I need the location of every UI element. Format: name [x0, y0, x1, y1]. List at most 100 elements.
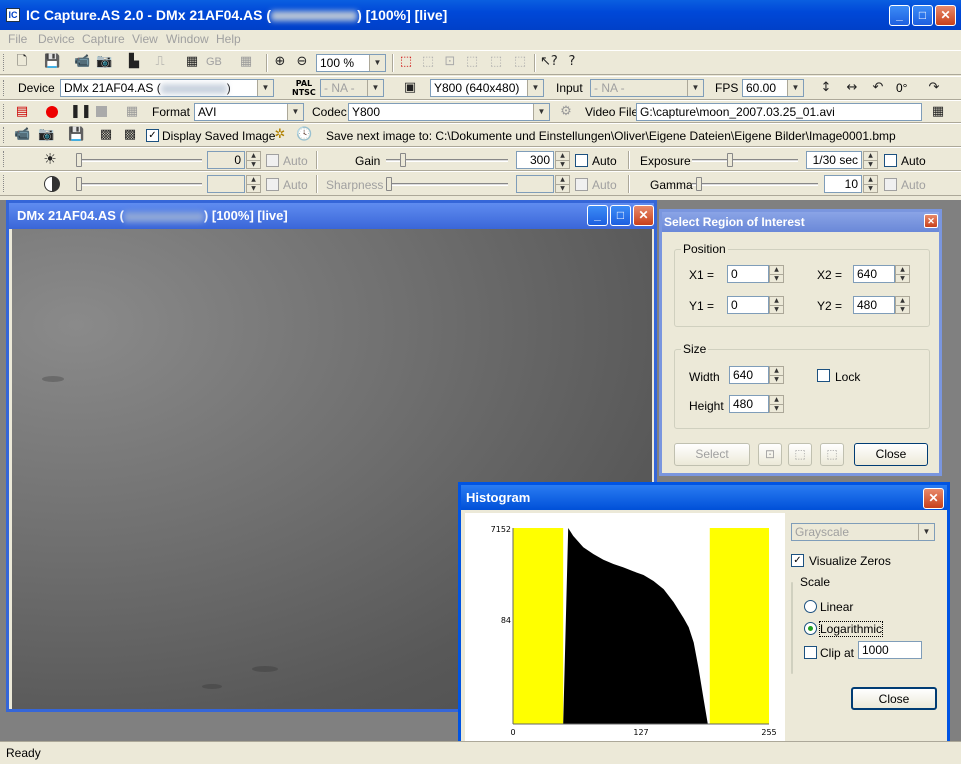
roi-close-icon[interactable]: ✕ [924, 214, 938, 228]
sharpness-spinner[interactable]: ▲ ▼ [555, 175, 570, 193]
device-select[interactable]: DMx 21AF04.AS () ▼ [60, 79, 274, 97]
roi-dialog[interactable]: Select Region of Interest ✕ Position X1 … [659, 209, 942, 476]
spin-down-icon[interactable]: ▼ [556, 160, 569, 168]
spin-up-icon[interactable]: ▲ [864, 152, 877, 160]
timer-icon[interactable]: 🕓 [296, 127, 312, 143]
spin-down-icon[interactable]: ▼ [247, 184, 260, 192]
exposure-slider[interactable] [692, 152, 798, 168]
spin-down-icon[interactable]: ▼ [896, 305, 909, 313]
video-format-select[interactable]: Y800 (640x480) ▼ [430, 79, 544, 97]
brightness-slider[interactable] [76, 152, 202, 168]
x1-input[interactable]: 0 [727, 265, 769, 283]
x2-input[interactable]: 640 [853, 265, 895, 283]
menu-file[interactable]: File [8, 32, 27, 46]
gamma-slider[interactable] [692, 176, 818, 192]
gain-value[interactable]: 300 [516, 151, 554, 169]
gain-auto-checkbox[interactable] [575, 154, 588, 167]
spin-up-icon[interactable]: ▲ [864, 176, 877, 184]
y2-input[interactable]: 480 [853, 296, 895, 314]
format-select[interactable]: AVI ▼ [194, 103, 304, 121]
menu-window[interactable]: Window [166, 32, 209, 46]
height-input[interactable]: 480 [729, 395, 769, 413]
y1-spinner[interactable]: ▲ ▼ [769, 296, 784, 314]
video-norm-select[interactable]: - NA - ▼ [320, 79, 384, 97]
grid-icon[interactable]: ▦ [238, 54, 254, 70]
live-window-title[interactable]: DMx 21AF04.AS () [100%] [live] _ □ ✕ [9, 203, 654, 229]
spin-up-icon[interactable]: ▲ [247, 176, 260, 184]
contrast-slider-thumb[interactable] [76, 177, 82, 191]
clip-checkbox[interactable] [804, 646, 817, 659]
spin-up-icon[interactable]: ▲ [896, 266, 909, 274]
live-maximize-button[interactable]: □ [610, 205, 631, 226]
roi-center-icon[interactable]: ⊡ [442, 54, 458, 70]
spin-down-icon[interactable]: ▼ [864, 160, 877, 168]
histogram-title[interactable]: Histogram ✕ [461, 485, 947, 510]
image-copy-icon[interactable]: ▩ [122, 127, 138, 143]
zoom-out-icon[interactable]: ⊖ [294, 54, 310, 70]
input-select[interactable]: - NA - ▼ [590, 79, 704, 97]
spin-down-icon[interactable]: ▼ [247, 160, 260, 168]
close-button[interactable]: ✕ [935, 5, 956, 26]
brightness-value[interactable]: 0 [207, 151, 245, 169]
brightness-auto-checkbox[interactable] [266, 154, 279, 167]
spin-up-icon[interactable]: ▲ [770, 297, 783, 305]
fps-select[interactable]: 60.00 ▼ [742, 79, 804, 97]
stop-icon[interactable] [96, 106, 107, 117]
capture-settings-icon[interactable]: ▤ [14, 104, 30, 120]
record-icon[interactable] [46, 106, 58, 118]
spin-up-icon[interactable]: ▲ [770, 367, 783, 375]
spin-down-icon[interactable]: ▼ [864, 184, 877, 192]
save-image-icon[interactable]: 💾 [68, 127, 84, 143]
contrast-spinner[interactable]: ▲ ▼ [246, 175, 261, 193]
minimize-button[interactable]: _ [889, 5, 910, 26]
pulse-icon[interactable]: ⎍ [152, 54, 168, 70]
spin-down-icon[interactable]: ▼ [770, 305, 783, 313]
pause-icon[interactable]: ❚❚ [70, 104, 92, 120]
codec-select[interactable]: Y800 ▼ [348, 103, 550, 121]
visualize-zeros-checkbox[interactable]: ✓ [791, 554, 804, 567]
gamma-spinner[interactable]: ▲ ▼ [863, 175, 878, 193]
clip-input[interactable]: 1000 [858, 641, 922, 659]
sharpness-slider-thumb[interactable] [386, 177, 392, 191]
browse-film-icon[interactable]: ▦ [930, 104, 946, 120]
display-saved-checkbox[interactable]: ✓ [146, 129, 159, 142]
histogram-close-icon[interactable]: ✕ [923, 488, 944, 509]
gain-slider-thumb[interactable] [400, 153, 406, 167]
width-spinner[interactable]: ▲ ▼ [769, 366, 784, 384]
x1-spinner[interactable]: ▲ ▼ [769, 265, 784, 283]
exposure-slider-thumb[interactable] [727, 153, 733, 167]
gb-label[interactable]: GB [206, 56, 222, 68]
zoom-select[interactable]: 100 % ▼ [316, 54, 386, 72]
roi-title[interactable]: Select Region of Interest ✕ [662, 212, 939, 232]
spin-up-icon[interactable]: ▲ [556, 176, 569, 184]
exposure-value[interactable]: 1/30 sec [806, 151, 862, 169]
roi-move-icon[interactable]: ⬚ [420, 54, 436, 70]
menu-device[interactable]: Device [38, 32, 75, 46]
contrast-auto-checkbox[interactable] [266, 178, 279, 191]
help-icon[interactable]: ? [564, 54, 580, 70]
camera-icon[interactable]: 📷 [96, 54, 112, 70]
video-file-field[interactable]: G:\capture\moon_2007.03.25_01.avi [636, 103, 922, 121]
roi-up-button[interactable]: ⬚ [788, 443, 812, 466]
spin-down-icon[interactable]: ▼ [556, 184, 569, 192]
flip-horizontal-icon[interactable]: ↔ [844, 80, 860, 96]
x2-spinner[interactable]: ▲ ▼ [895, 265, 910, 283]
live-close-button[interactable]: ✕ [633, 205, 654, 226]
roi-right-button[interactable]: ⬚ [820, 443, 844, 466]
brightness-spinner[interactable]: ▲ ▼ [246, 151, 261, 169]
spin-up-icon[interactable]: ▲ [247, 152, 260, 160]
video-camera-icon[interactable]: 📹 [14, 127, 30, 143]
rotation-value[interactable]: 0° [896, 81, 907, 95]
select-button[interactable]: Select [674, 443, 750, 466]
histogram-mode-select[interactable]: Grayscale ▼ [791, 523, 935, 541]
spin-down-icon[interactable]: ▼ [770, 404, 783, 412]
film-icon[interactable]: ▦ [124, 104, 140, 120]
snapshot-icon[interactable]: 📷 [38, 127, 54, 143]
lock-checkbox[interactable] [817, 369, 830, 382]
rotate-left-icon[interactable]: ↶ [870, 80, 886, 96]
gamma-auto-checkbox[interactable] [884, 178, 897, 191]
contrast-value[interactable] [207, 175, 245, 193]
gamma-value[interactable]: 10 [824, 175, 862, 193]
spin-up-icon[interactable]: ▲ [896, 297, 909, 305]
context-help-icon[interactable]: ↖? [540, 54, 558, 70]
